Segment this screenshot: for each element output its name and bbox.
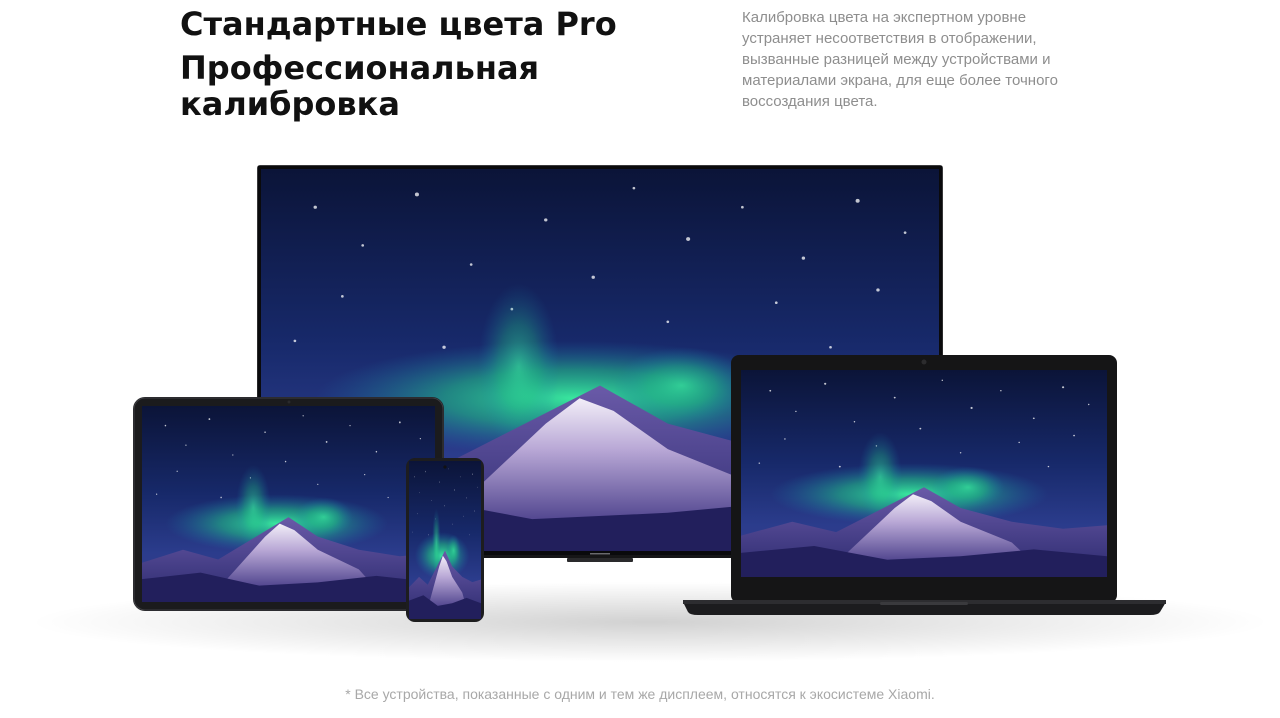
- ecosystem-footnote: * Все устройства, показанные с одним и т…: [345, 686, 935, 702]
- smartphone-device: [406, 458, 484, 622]
- devices-illustration: [30, 165, 1270, 662]
- tablet-device: [133, 397, 444, 611]
- laptop-device: [683, 355, 1166, 615]
